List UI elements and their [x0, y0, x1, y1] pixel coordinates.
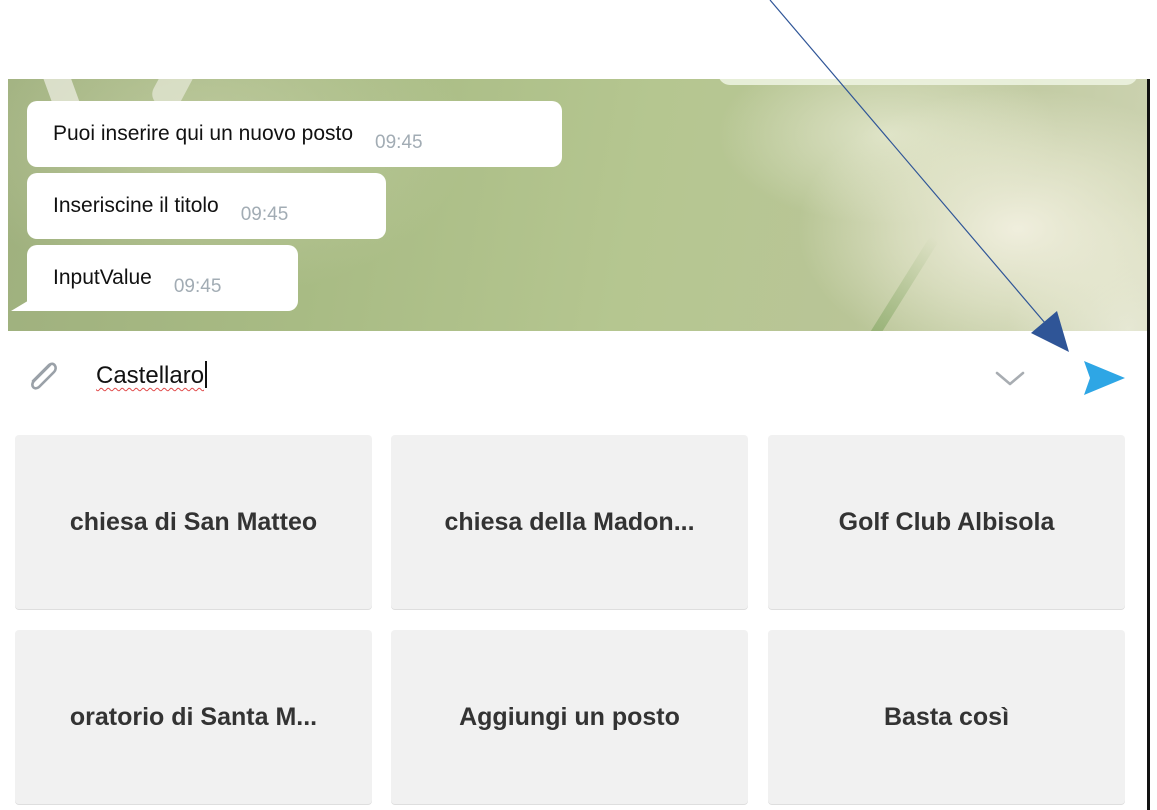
chevron-down-icon[interactable] [993, 367, 1027, 389]
chat-history[interactable]: Puoi inserire qui un nuovo posto 09:45 I… [8, 79, 1147, 331]
message-composer: Castellaro [8, 331, 1147, 423]
message-text: Inseriscine il titolo [53, 194, 219, 217]
keyboard-button[interactable]: chiesa della Madon... [391, 435, 748, 609]
paperclip-icon[interactable] [20, 353, 64, 397]
window-edge [1147, 0, 1157, 810]
message-input[interactable]: Castellaro [96, 361, 208, 391]
message-bubble: InputValue 09:45 [27, 245, 298, 311]
message-time: 09:45 [173, 276, 222, 297]
keyboard-button[interactable]: Golf Club Albisola [768, 435, 1125, 609]
message-text: Puoi inserire qui un nuovo posto [53, 122, 354, 145]
background-petal [718, 79, 1138, 85]
message-time: 09:45 [240, 204, 289, 225]
message-input-value: Castellaro [96, 362, 205, 389]
telegram-chat-window: Puoi inserire qui un nuovo posto 09:45 I… [0, 0, 1157, 810]
keyboard-button[interactable]: Aggiungi un posto [391, 630, 748, 804]
keyboard-button[interactable]: Basta così [768, 630, 1125, 804]
keyboard-button[interactable]: chiesa di San Matteo [15, 435, 372, 609]
text-caret [205, 361, 208, 388]
message-bubble: Puoi inserire qui un nuovo posto 09:45 [27, 101, 562, 167]
send-icon[interactable] [1081, 358, 1127, 398]
keyboard-button[interactable]: oratorio di Santa M... [15, 630, 372, 804]
message-bubble: Inseriscine il titolo 09:45 [27, 173, 386, 239]
message-text: InputValue [53, 266, 152, 289]
background-stem [866, 235, 940, 331]
message-time: 09:45 [375, 132, 423, 153]
